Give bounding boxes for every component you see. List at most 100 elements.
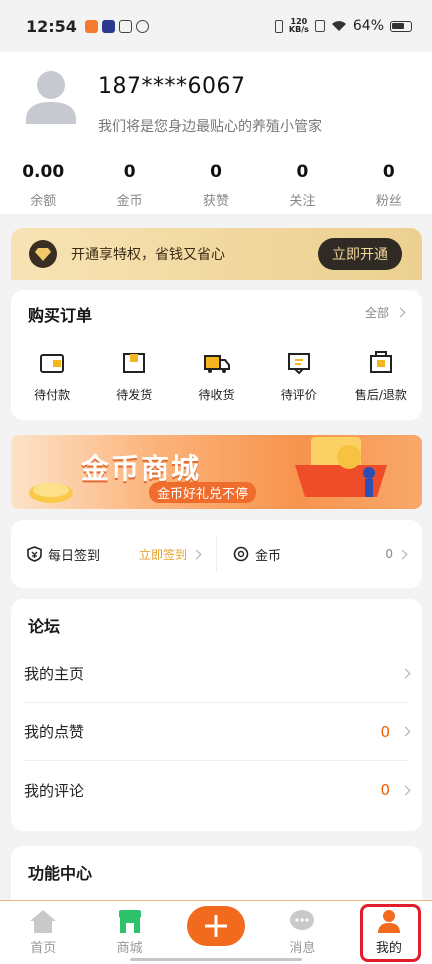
profile-section: 187****6067 我们将是您身边最贴心的养殖小管家 0.00 余额 0 金… (0, 52, 432, 214)
stat-label: 金币 (116, 194, 143, 209)
forum-my-likes[interactable]: 我的点赞 0 (24, 703, 411, 761)
network-speed: 120 KB/s (289, 18, 309, 34)
link-notification-icon (135, 19, 149, 33)
stat-value: 0 (210, 162, 222, 182)
tab-home[interactable]: 首页 (0, 901, 86, 964)
tab-messages[interactable]: 消息 (259, 901, 345, 964)
order-item-label: 待付款 (34, 388, 71, 402)
tab-label: 消息 (289, 941, 316, 956)
tab-label: 商城 (116, 941, 143, 956)
order-status-row: 待付款 待发货 待收货 待评价 售后/退款 (11, 350, 422, 403)
forum-card: 论坛 我的主页 我的点赞 0 我的评论 0 (11, 599, 422, 831)
publish-plus-button[interactable] (187, 906, 246, 946)
battery-icon (390, 20, 412, 32)
order-item-label: 待收货 (198, 388, 235, 402)
forum-row-count: 0 (380, 781, 390, 799)
vip-banner[interactable]: 开通享特权，省钱又省心 立即开通 (11, 228, 422, 280)
user-slogan: 我们将是您身边最贴心的养殖小管家 (98, 119, 322, 135)
diamond-icon (29, 240, 57, 268)
order-item-label: 售后/退款 (354, 388, 407, 402)
wallet-icon (40, 354, 65, 373)
user-phone[interactable]: 187****6067 (98, 74, 245, 99)
coin-entry[interactable]: 金币 0 (217, 545, 422, 564)
forum-row-label: 我的评论 (24, 781, 85, 800)
coin-mall-title: 金币商城 (81, 452, 202, 485)
wifi-icon (331, 21, 346, 31)
play-notification-icon (101, 19, 115, 33)
vip-text: 开通享特权，省钱又省心 (71, 247, 225, 263)
forum-title: 论坛 (28, 617, 61, 636)
forum-row-label: 我的主页 (24, 665, 85, 683)
coin-decoration-icon (29, 483, 73, 503)
app-notification-icon (84, 19, 98, 33)
vip-open-button[interactable]: 立即开通 (318, 238, 402, 270)
home-icon (30, 910, 57, 933)
order-after-sales[interactable]: 售后/退款 (340, 350, 422, 403)
chevron-right-icon (191, 549, 202, 559)
stats-row: 0.00 余额 0 金币 0 获赞 0 关注 0 粉丝 (0, 162, 432, 209)
forum-my-comments[interactable]: 我的评论 0 (24, 761, 411, 819)
stat-value: 0 (123, 162, 136, 182)
forum-row-count: 0 (380, 722, 390, 741)
stat-coins[interactable]: 0 金币 (86, 162, 172, 209)
cart-illustration-icon (295, 437, 387, 497)
orders-card: 购买订单 全部 待付款 待发货 待收货 待评价 售后/退款 (11, 290, 422, 420)
order-item-label: 待发货 (116, 388, 153, 402)
coin-value: 0 (385, 547, 393, 561)
tab-mall[interactable]: 商城 (86, 901, 172, 964)
orders-all-link[interactable]: 全部 (364, 304, 406, 321)
orders-title: 购买订单 (28, 306, 93, 325)
stat-label: 粉丝 (375, 194, 402, 209)
chevron-right-icon (397, 549, 408, 559)
stat-followers[interactable]: 0 粉丝 (346, 162, 432, 209)
stat-likes[interactable]: 0 获赞 (173, 162, 259, 209)
gallery-notification-icon (118, 19, 132, 33)
store-icon (118, 910, 141, 933)
stat-value: 0 (382, 162, 395, 182)
box-icon (123, 353, 146, 373)
orders-all-label: 全部 (364, 306, 389, 320)
status-bar: 12:54 120 KB/s 64% (0, 0, 432, 52)
stat-label: 关注 (289, 194, 316, 209)
order-pending-receipt[interactable]: 待收货 (175, 350, 257, 403)
checkin-now-button[interactable]: 立即签到 (139, 546, 187, 563)
stat-label: 获赞 (203, 194, 230, 209)
order-pending-shipment[interactable]: 待发货 (93, 350, 175, 403)
order-item-label: 待评价 (280, 388, 317, 402)
coin-mall-banner[interactable]: 金币商城 金币好礼兑不停 (11, 435, 422, 509)
chevron-right-icon (400, 785, 411, 795)
plus-icon (205, 915, 228, 937)
status-time: 12:54 (26, 16, 77, 36)
coin-label: 金币 (255, 548, 282, 564)
daily-checkin[interactable]: 每日签到 立即签到 (11, 545, 216, 564)
stat-balance[interactable]: 0.00 余额 (0, 162, 86, 209)
battery-percent: 64% (352, 18, 384, 34)
tab-publish[interactable] (173, 901, 259, 964)
sim-icon (314, 20, 325, 32)
daily-checkin-label: 每日签到 (48, 548, 101, 564)
coin-icon (233, 546, 249, 562)
chevron-right-icon (395, 307, 406, 318)
stat-value: 0 (296, 162, 309, 182)
home-indicator[interactable] (130, 958, 302, 961)
tab-label: 首页 (30, 941, 57, 956)
avatar[interactable] (24, 68, 78, 124)
vibrate-icon (274, 19, 283, 33)
chevron-right-icon (400, 668, 411, 679)
stat-label: 余额 (30, 194, 57, 209)
chevron-right-icon (400, 726, 411, 737)
comment-icon (287, 353, 310, 375)
truck-icon (203, 355, 230, 373)
stat-value: 0.00 (22, 162, 65, 182)
shield-yen-icon (27, 546, 42, 562)
status-right: 120 KB/s 64% (274, 18, 412, 34)
selected-tab-highlight (360, 904, 421, 962)
order-pending-review[interactable]: 待评价 (258, 350, 340, 403)
net-speed-unit: KB/s (288, 25, 309, 34)
coin-mall-subtitle: 金币好礼兑不停 (149, 482, 257, 503)
checkin-card: 每日签到 立即签到 金币 0 (11, 520, 422, 588)
order-pending-payment[interactable]: 待付款 (11, 350, 93, 403)
function-center-title: 功能中心 (28, 864, 93, 883)
forum-my-homepage[interactable]: 我的主页 (24, 645, 411, 703)
stat-following[interactable]: 0 关注 (259, 162, 345, 209)
